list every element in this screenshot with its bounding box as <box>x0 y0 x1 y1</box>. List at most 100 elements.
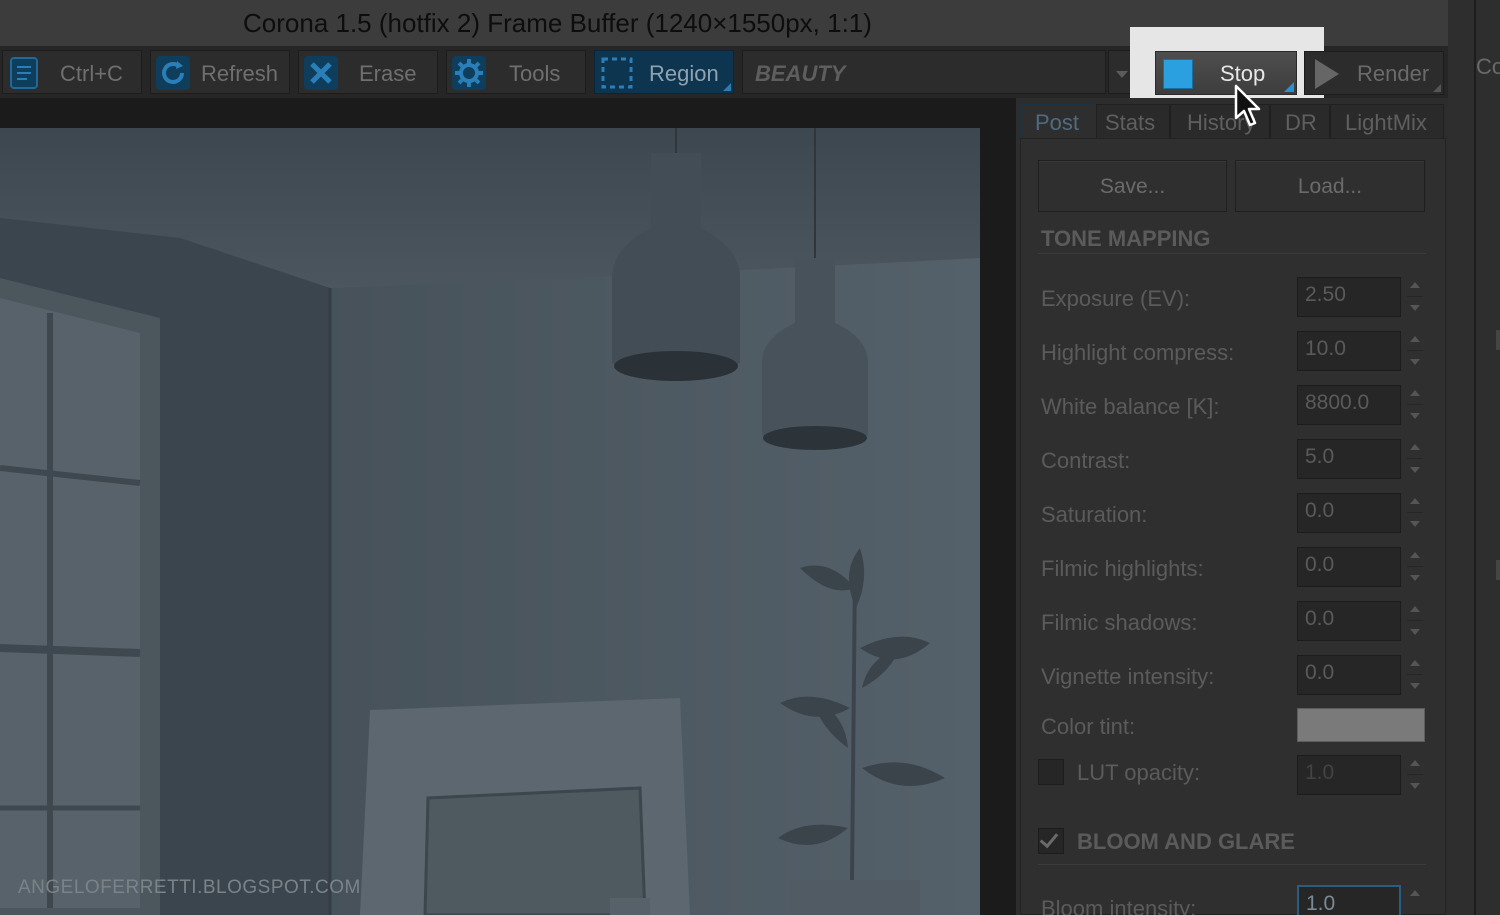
vignette-intensity-input[interactable]: 0.0 <box>1297 655 1401 695</box>
white-balance-value: 8800.0 <box>1305 391 1370 414</box>
mouse-cursor-icon <box>1234 84 1264 128</box>
dropdown-corner-icon <box>723 83 731 91</box>
arrow-up-icon <box>1410 552 1420 558</box>
arrow-up-icon <box>1410 890 1420 896</box>
arrow-up-icon <box>1410 282 1420 288</box>
render-pass-select[interactable]: BEAUTY <box>742 50 1106 94</box>
window-title: Corona 1.5 (hotfix 2) Frame Buffer (1240… <box>243 8 872 38</box>
lut-opacity-stepper[interactable] <box>1405 755 1427 795</box>
contrast-input[interactable]: 5.0 <box>1297 439 1401 479</box>
arrow-down-icon <box>1410 359 1420 365</box>
arrow-up-icon <box>1410 606 1420 612</box>
tab-dr[interactable]: DR <box>1270 104 1330 138</box>
erase-button[interactable]: Erase <box>298 50 438 94</box>
section-divider <box>1038 864 1426 865</box>
filmic-highlights-label: Filmic highlights: <box>1041 556 1204 581</box>
stop-icon <box>1163 59 1193 89</box>
region-button[interactable]: Region <box>594 50 734 94</box>
white-balance-stepper[interactable] <box>1405 385 1427 425</box>
load-button[interactable]: Load... <box>1235 160 1425 212</box>
tab-dr-label: DR <box>1285 110 1317 135</box>
lut-opacity-input[interactable]: 1.0 <box>1297 755 1401 795</box>
copy-button-label: Ctrl+C <box>60 61 123 86</box>
tab-post[interactable]: Post <box>1020 104 1096 138</box>
lut-checkbox[interactable] <box>1038 759 1064 785</box>
filmic-shadows-label: Filmic shadows: <box>1041 610 1198 635</box>
dropdown-corner-icon <box>1284 82 1294 92</box>
render-button[interactable]: Render <box>1304 51 1444 95</box>
watermark: ANGELOFERRETTI.BLOGSPOT.COM <box>18 877 361 898</box>
arrow-down-icon <box>1410 305 1420 311</box>
erase-icon <box>303 55 339 91</box>
arrow-up-icon <box>1410 390 1420 396</box>
exposure-label: Exposure (EV): <box>1041 286 1191 311</box>
filmic-highlights-value: 0.0 <box>1305 553 1335 576</box>
saturation-value: 0.0 <box>1305 499 1335 522</box>
bloom-intensity-label: Bloom intensity: <box>1041 896 1197 915</box>
tab-lightmix[interactable]: LightMix <box>1330 104 1444 138</box>
adjacent-window-handle <box>1496 560 1500 580</box>
bloom-intensity-input[interactable]: 1.0 <box>1297 885 1401 915</box>
bloom-intensity-value: 1.0 <box>1306 892 1336 915</box>
rendered-image <box>0 128 980 915</box>
copy-button[interactable]: Ctrl+C <box>2 50 142 94</box>
arrow-down-icon <box>1410 783 1420 789</box>
refresh-icon <box>155 55 191 91</box>
refresh-button-label: Refresh <box>201 61 279 86</box>
play-icon <box>1315 59 1339 89</box>
bloom-checkbox[interactable] <box>1038 828 1064 854</box>
region-select-icon <box>599 55 635 91</box>
gear-icon <box>451 55 487 91</box>
arrow-down-icon <box>1410 521 1420 527</box>
highlight-compress-input[interactable]: 10.0 <box>1297 331 1401 371</box>
adjacent-window-edge: Co <box>1448 0 1500 915</box>
filmic-shadows-input[interactable]: 0.0 <box>1297 601 1401 641</box>
saturation-input[interactable]: 0.0 <box>1297 493 1401 533</box>
contrast-value: 5.0 <box>1305 445 1335 468</box>
dropdown-corner-icon <box>1433 84 1441 92</box>
tab-stats-label: Stats <box>1105 110 1156 135</box>
filmic-shadows-stepper[interactable] <box>1405 601 1427 641</box>
arrow-up-icon <box>1410 336 1420 342</box>
saturation-label: Saturation: <box>1041 502 1148 527</box>
bloom-glare-title: BLOOM AND GLARE <box>1077 829 1295 854</box>
vignette-intensity-label: Vignette intensity: <box>1041 664 1215 689</box>
white-balance-input[interactable]: 8800.0 <box>1297 385 1401 425</box>
clipboard-icon <box>7 55 43 91</box>
load-button-label: Load... <box>1297 175 1363 198</box>
saturation-stepper[interactable] <box>1405 493 1427 533</box>
lut-opacity-value: 1.0 <box>1305 761 1335 784</box>
checkmark-icon <box>1039 828 1059 849</box>
chevron-down-icon <box>1116 71 1128 78</box>
contrast-stepper[interactable] <box>1405 439 1427 479</box>
exposure-value: 2.50 <box>1305 283 1346 306</box>
exposure-input[interactable]: 2.50 <box>1297 277 1401 317</box>
color-tint-label: Color tint: <box>1041 714 1136 739</box>
vignette-intensity-stepper[interactable] <box>1405 655 1427 695</box>
section-divider <box>1038 253 1426 254</box>
window-separator <box>1474 0 1476 915</box>
region-button-label: Region <box>649 61 719 86</box>
filmic-shadows-value: 0.0 <box>1305 607 1335 630</box>
tone-mapping-title: TONE MAPPING <box>1041 226 1211 251</box>
adjacent-window-handle <box>1496 330 1500 350</box>
tools-button-label: Tools <box>509 61 561 86</box>
arrow-down-icon <box>1410 413 1420 419</box>
arrow-up-icon <box>1410 498 1420 504</box>
refresh-button[interactable]: Refresh <box>150 50 290 94</box>
arrow-down-icon <box>1410 467 1420 473</box>
filmic-highlights-stepper[interactable] <box>1405 547 1427 587</box>
filmic-highlights-input[interactable]: 0.0 <box>1297 547 1401 587</box>
vignette-intensity-value: 0.0 <box>1305 661 1335 684</box>
bloom-intensity-stepper[interactable] <box>1405 885 1427 915</box>
tab-stats[interactable]: Stats <box>1096 104 1170 138</box>
highlight-compress-value: 10.0 <box>1305 337 1346 360</box>
color-tint-swatch[interactable] <box>1297 708 1425 742</box>
arrow-down-icon <box>1410 683 1420 689</box>
render-pass-value: BEAUTY <box>755 61 846 86</box>
stop-button[interactable]: Stop <box>1155 51 1297 95</box>
tools-button[interactable]: Tools <box>446 50 586 94</box>
exposure-stepper[interactable] <box>1405 277 1427 317</box>
highlight-compress-stepper[interactable] <box>1405 331 1427 371</box>
save-button[interactable]: Save... <box>1038 160 1227 212</box>
